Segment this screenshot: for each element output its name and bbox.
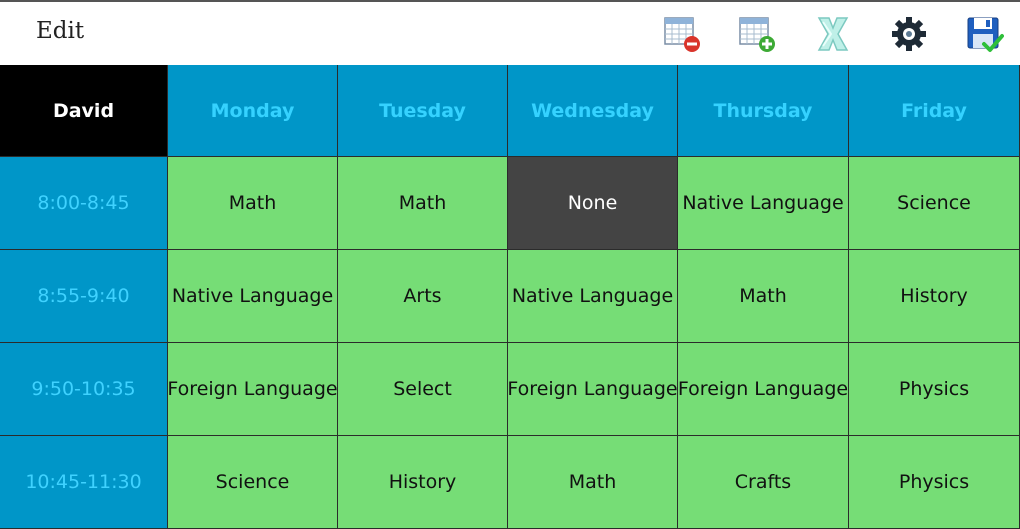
- time-slot-3[interactable]: 9:50-10:35: [0, 343, 168, 436]
- day-header-thursday[interactable]: Thursday: [678, 65, 849, 157]
- page-title: Edit: [36, 18, 85, 44]
- day-header-tuesday[interactable]: Tuesday: [338, 65, 508, 157]
- subject-cell[interactable]: Math: [508, 436, 678, 529]
- subject-cell-selected[interactable]: None: [508, 157, 678, 250]
- timetable-grid: David Monday Tuesday Wednesday Thursday …: [0, 65, 1020, 529]
- subject-cell[interactable]: Native Language: [508, 250, 678, 343]
- subject-cell[interactable]: Physics: [849, 436, 1020, 529]
- clear-icon[interactable]: [812, 13, 854, 55]
- subject-cell[interactable]: Crafts: [678, 436, 849, 529]
- settings-icon[interactable]: [888, 13, 930, 55]
- day-header-friday[interactable]: Friday: [849, 65, 1020, 157]
- subject-cell[interactable]: Foreign Language: [168, 343, 338, 436]
- subject-cell[interactable]: Arts: [338, 250, 508, 343]
- subject-cell[interactable]: History: [849, 250, 1020, 343]
- remove-table-icon[interactable]: [661, 13, 703, 55]
- day-header-wednesday[interactable]: Wednesday: [508, 65, 678, 157]
- save-icon[interactable]: [963, 13, 1005, 55]
- subject-cell[interactable]: Math: [338, 157, 508, 250]
- student-name[interactable]: David: [0, 65, 168, 157]
- time-slot-4[interactable]: 10:45-11:30: [0, 436, 168, 529]
- add-table-icon[interactable]: [736, 13, 778, 55]
- subject-cell[interactable]: Select: [338, 343, 508, 436]
- subject-cell[interactable]: Physics: [849, 343, 1020, 436]
- time-slot-1[interactable]: 8:00-8:45: [0, 157, 168, 250]
- subject-cell[interactable]: History: [338, 436, 508, 529]
- day-header-monday[interactable]: Monday: [168, 65, 338, 157]
- subject-cell[interactable]: Math: [678, 250, 849, 343]
- action-bar: Edit: [0, 0, 1020, 65]
- subject-cell[interactable]: Foreign Language: [508, 343, 678, 436]
- subject-cell[interactable]: Foreign Language: [678, 343, 849, 436]
- subject-cell[interactable]: Math: [168, 157, 338, 250]
- subject-cell[interactable]: Native Language: [168, 250, 338, 343]
- subject-cell[interactable]: Science: [849, 157, 1020, 250]
- time-slot-2[interactable]: 8:55-9:40: [0, 250, 168, 343]
- subject-cell[interactable]: Native Language: [678, 157, 849, 250]
- subject-cell[interactable]: Science: [168, 436, 338, 529]
